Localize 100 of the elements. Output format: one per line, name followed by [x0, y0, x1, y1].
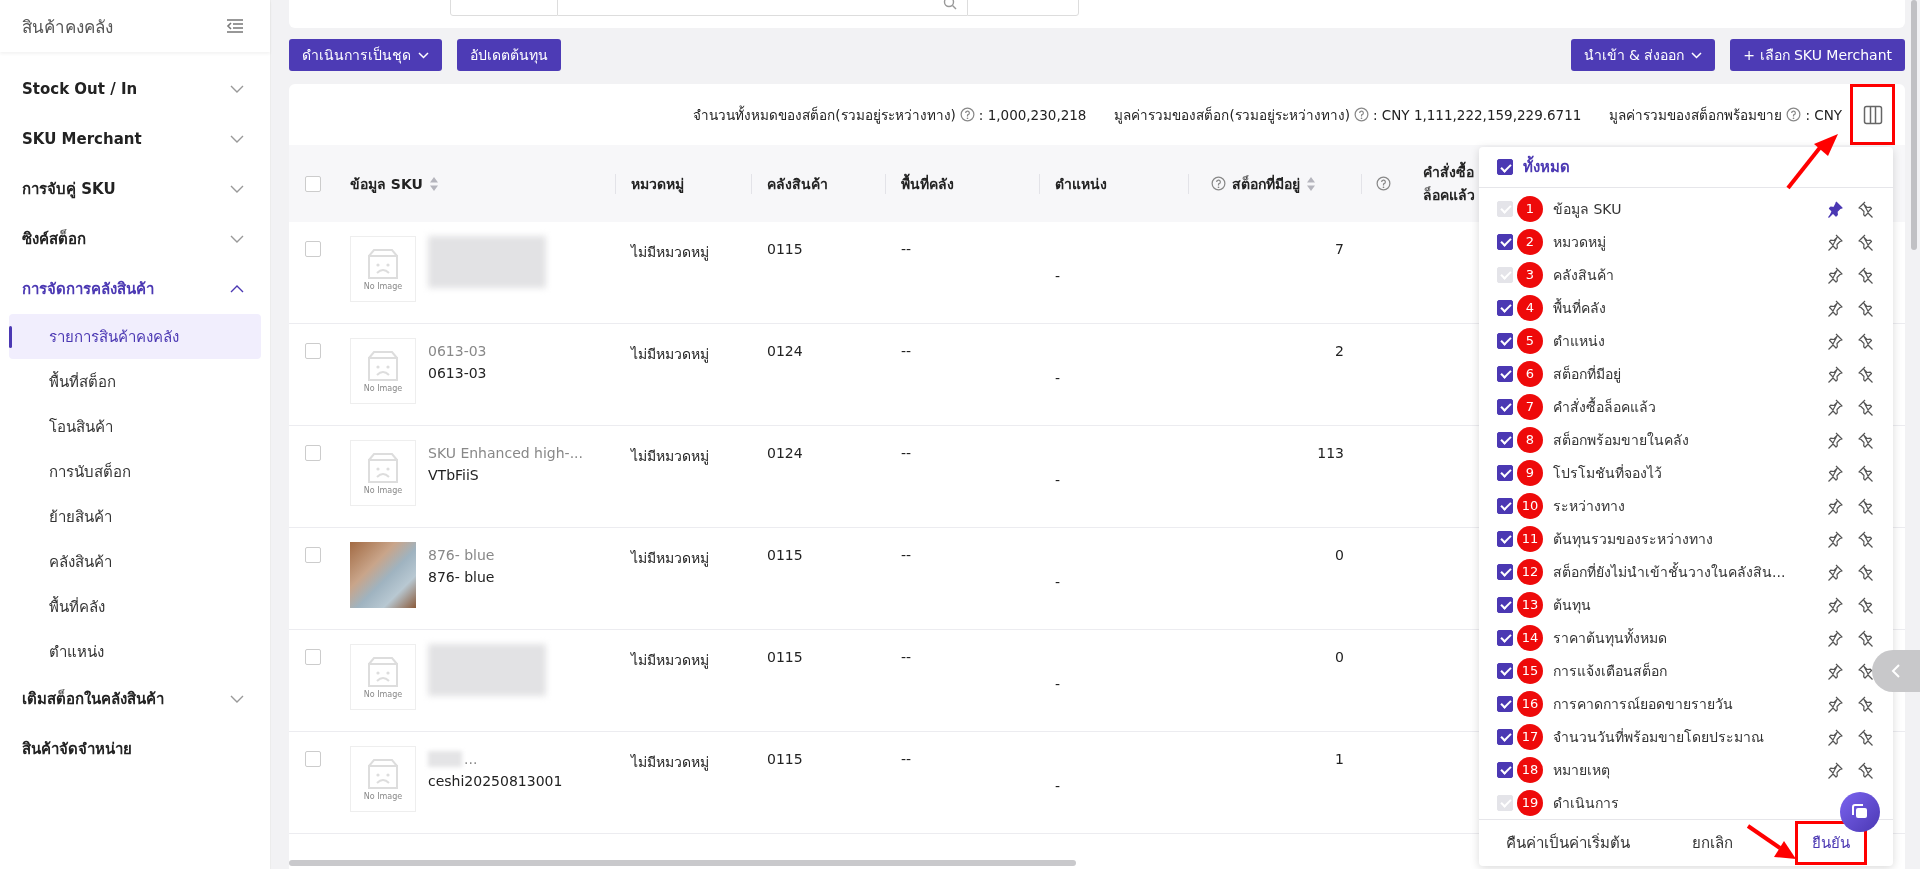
toolbar-button[interactable]: นำเข้า & ส่งออก	[1570, 39, 1716, 71]
annotation-badge: 12	[1517, 558, 1543, 585]
row-checkbox[interactable]	[305, 343, 321, 359]
nav-subitem[interactable]: ตำแหน่ง	[9, 629, 261, 674]
checkbox[interactable]	[1497, 159, 1513, 175]
column-settings-button[interactable]	[1850, 84, 1895, 145]
chevron-icon	[230, 185, 244, 193]
help-icon[interactable]	[1354, 107, 1369, 122]
row-checkbox[interactable]	[305, 649, 321, 665]
nav-group-item[interactable]: เติมสต็อกในคลังสินค้า	[0, 674, 270, 724]
row-checkbox[interactable]	[305, 241, 321, 257]
checkbox[interactable]	[1497, 398, 1513, 415]
pin-icon[interactable]	[1826, 463, 1844, 482]
table-cell: --	[901, 751, 912, 767]
pin-bottom-icon[interactable]	[1857, 364, 1875, 383]
summary-label: จำนวนทั้งหมดของสต็อก(รวมอยู่ระหว่างทาง)	[693, 104, 956, 126]
nav-group-item[interactable]: การจัดการคลังสินค้า	[0, 264, 270, 314]
checkbox[interactable]	[1497, 431, 1513, 448]
pin-bottom-icon[interactable]	[1857, 595, 1875, 614]
pin-bottom-icon[interactable]	[1857, 661, 1875, 680]
pin-bottom-icon[interactable]	[1857, 265, 1875, 284]
pin-icon[interactable]	[1826, 430, 1844, 449]
nav-subitem[interactable]: ย้ายสินค้า	[9, 494, 261, 539]
pin-bottom-icon[interactable]	[1857, 397, 1875, 416]
vertical-scrollbar[interactable]	[1911, 0, 1917, 250]
pin-icon[interactable]	[1826, 331, 1844, 350]
collapse-menu-icon[interactable]	[226, 18, 244, 34]
pin-icon[interactable]	[1826, 595, 1844, 614]
nav-group-item[interactable]: ซิงค์สต็อก	[0, 214, 270, 264]
checkbox[interactable]	[1497, 233, 1513, 250]
checkbox[interactable]	[1497, 761, 1513, 778]
checkbox[interactable]	[1497, 497, 1513, 514]
horizontal-scrollbar[interactable]	[289, 860, 1076, 866]
pin-icon[interactable]	[1826, 562, 1844, 581]
row-checkbox[interactable]	[305, 445, 321, 461]
column-option-label: การคาดการณ์ยอดขายรายวัน	[1553, 694, 1734, 714]
pin-bottom-icon[interactable]	[1857, 232, 1875, 251]
pin-bottom-icon[interactable]	[1857, 562, 1875, 581]
column-header: พื้นที่คลัง	[901, 172, 954, 194]
toolbar-button[interactable]: ดำเนินการเป็นชุด	[289, 39, 442, 71]
checkbox[interactable]	[1497, 728, 1513, 745]
checkbox[interactable]	[1497, 299, 1513, 316]
table-cell: -	[1055, 676, 1061, 692]
nav-subitem[interactable]: พื้นที่สต็อก	[9, 359, 261, 404]
nav-subitem[interactable]: พื้นที่คลัง	[9, 584, 261, 629]
pin-bottom-icon[interactable]	[1857, 529, 1875, 548]
column-option-label: โปรโมชันที่จองไว้	[1553, 463, 1663, 483]
pin-icon[interactable]	[1826, 298, 1844, 317]
nav-group-item[interactable]: Stock Out / In	[0, 64, 270, 114]
pin-icon[interactable]	[1826, 727, 1844, 746]
nav-group-item[interactable]: สินค้าจัดจำหน่าย	[0, 724, 270, 774]
row-checkbox[interactable]	[305, 547, 321, 563]
nav-group-item[interactable]: การจับคู่ SKU	[0, 164, 270, 214]
checkbox[interactable]	[1497, 662, 1513, 679]
pin-bottom-icon[interactable]	[1857, 463, 1875, 482]
nav-subitem[interactable]: คลังสินค้า	[9, 539, 261, 584]
panel-button[interactable]: คืนค่าเป็นค่าเริ่มต้น	[1489, 821, 1647, 865]
panel-button[interactable]: ยกเลิก	[1675, 821, 1750, 865]
pin-bottom-icon[interactable]	[1857, 298, 1875, 317]
checkbox[interactable]	[1497, 464, 1513, 481]
pin-icon[interactable]	[1826, 760, 1844, 779]
nav-subitem[interactable]: รายการสินค้าคงคลัง	[9, 314, 261, 359]
pin-icon[interactable]	[1826, 397, 1844, 416]
annotation-arrow	[1746, 824, 1796, 859]
checkbox[interactable]	[1497, 695, 1513, 712]
checkbox[interactable]	[1497, 530, 1513, 547]
pin-bottom-icon[interactable]	[1857, 727, 1875, 746]
column-option-label: จำนวนวันที่พร้อมขายโดยประมาณ	[1553, 727, 1765, 747]
pin-bottom-icon[interactable]	[1857, 496, 1875, 515]
nav-group-item[interactable]: SKU Merchant	[0, 114, 270, 164]
pin-bottom-icon[interactable]	[1857, 694, 1875, 713]
checkbox[interactable]	[1497, 563, 1513, 580]
checkbox[interactable]	[1497, 365, 1513, 382]
help-icon[interactable]	[1211, 176, 1226, 191]
table-cell: 0	[1335, 649, 1344, 665]
pin-icon[interactable]	[1826, 529, 1844, 548]
pin-icon[interactable]	[1826, 661, 1844, 680]
help-icon[interactable]	[959, 107, 975, 122]
pin-icon[interactable]	[1826, 694, 1844, 713]
pin-bottom-icon[interactable]	[1857, 760, 1875, 779]
nav-subitem[interactable]: การนับสต็อก	[9, 449, 261, 494]
pin-icon[interactable]	[1826, 364, 1844, 383]
sku-name: 0613-03	[428, 365, 487, 381]
column-option-label: พื้นที่คลัง	[1553, 297, 1607, 318]
pin-bottom-icon[interactable]	[1857, 430, 1875, 449]
pin-icon[interactable]	[1826, 232, 1844, 251]
pin-bottom-icon[interactable]	[1857, 199, 1875, 218]
checkbox[interactable]	[1497, 596, 1513, 613]
help-icon[interactable]	[1786, 107, 1802, 122]
toolbar-button[interactable]: อัปเดตต้นทุน	[457, 39, 561, 71]
row-checkbox[interactable]	[305, 751, 321, 767]
pin-bottom-icon[interactable]	[1857, 331, 1875, 350]
pin-icon[interactable]	[1826, 628, 1844, 647]
pin-bottom-icon[interactable]	[1857, 628, 1875, 647]
toolbar-button[interactable]: + เลือก SKU Merchant	[1730, 39, 1905, 71]
pin-icon[interactable]	[1826, 496, 1844, 515]
nav-subitem[interactable]: โอนสินค้า	[9, 404, 261, 449]
help-icon[interactable]	[1376, 176, 1391, 191]
checkbox[interactable]	[1497, 629, 1513, 646]
checkbox[interactable]	[1497, 332, 1513, 349]
